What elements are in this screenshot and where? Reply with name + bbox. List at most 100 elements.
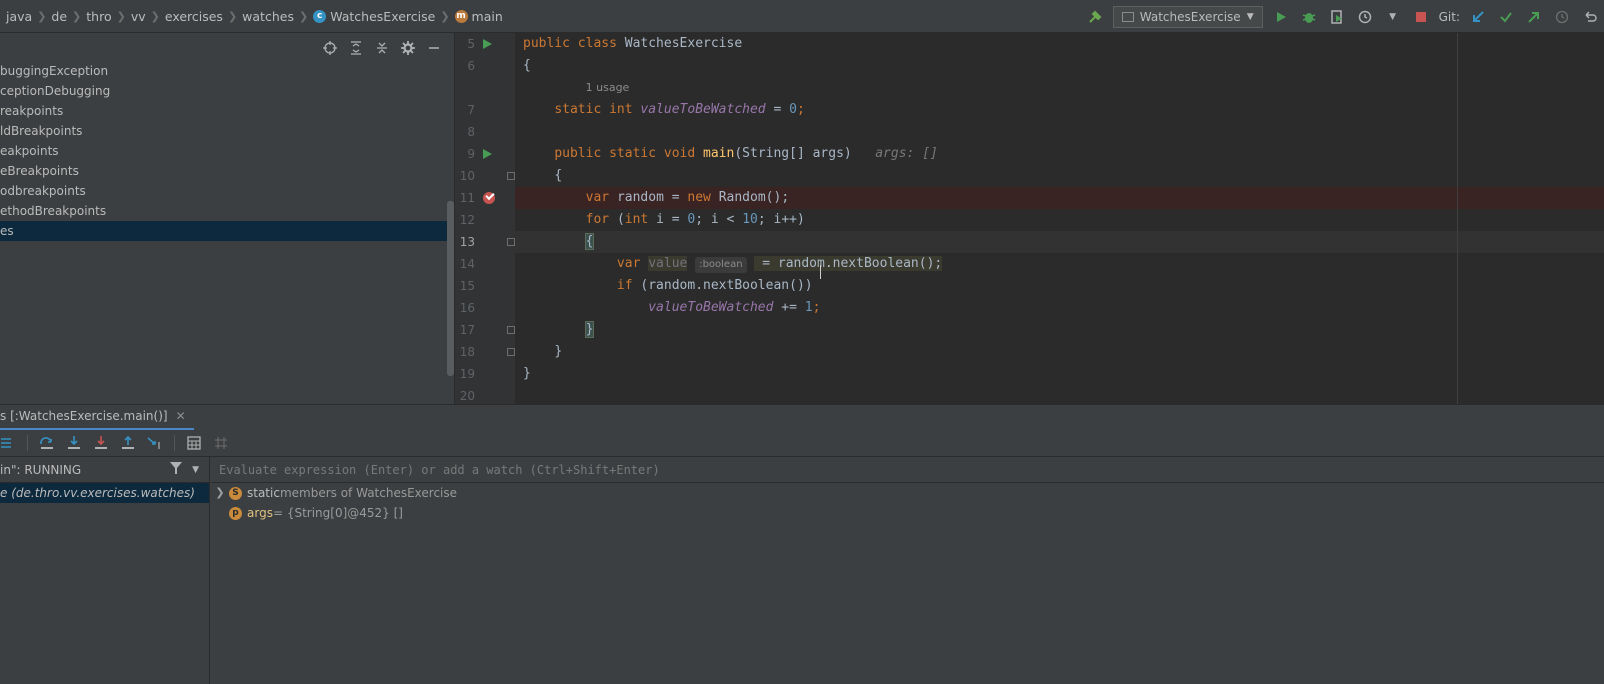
minimize-icon[interactable] — [426, 40, 442, 56]
fold-icon[interactable] — [507, 172, 515, 180]
code-line: } — [584, 321, 595, 338]
variable-row[interactable]: p args = {String[0]@452} [] — [211, 503, 1604, 523]
breakpoint-icon[interactable] — [483, 192, 495, 204]
variable-name: static — [247, 486, 280, 500]
usage-hint[interactable]: 1 usage — [586, 81, 630, 94]
tree-item[interactable]: eakpoints — [0, 141, 447, 161]
gutter-line: 8 — [455, 121, 515, 143]
code-line: var value :boolean = random.nextBoolean(… — [616, 256, 943, 273]
gutter-line: 5 — [455, 33, 515, 55]
class-icon: c — [313, 9, 327, 23]
evaluate-expression-input[interactable]: Evaluate expression (Enter) or add a wat… — [211, 457, 1604, 483]
chevron-down-icon[interactable]: ▼ — [192, 457, 199, 483]
force-step-into-icon[interactable] — [93, 435, 109, 451]
variable-row[interactable]: ❯ S static members of WatchesExercise — [211, 483, 1604, 503]
hammer-icon[interactable] — [1085, 7, 1105, 27]
rollback-icon[interactable] — [1580, 7, 1600, 27]
gutter-line: 9 — [455, 143, 515, 165]
close-icon[interactable]: ✕ — [176, 409, 186, 423]
tree-item[interactable]: ethodBreakpoints — [0, 201, 447, 221]
run-gutter-icon[interactable] — [483, 149, 492, 159]
step-out-icon[interactable] — [120, 435, 136, 451]
chevron-down-icon[interactable]: ▼ — [1383, 7, 1403, 27]
code-line: for (int i = 0; i < 10; i++) — [585, 212, 805, 227]
run-configuration-select[interactable]: WatchesExercise ▼ — [1112, 5, 1263, 28]
fold-icon[interactable] — [507, 238, 515, 246]
gutter-line: 11 — [455, 187, 515, 209]
stack-frame-selected[interactable]: e (de.thro.vv.exercises.watches) — [0, 483, 209, 503]
gutter-line: 13 — [455, 231, 515, 253]
tree-item[interactable]: reakpoints — [0, 101, 447, 121]
debug-tab-label: s [:WatchesExercise.main()] — [0, 409, 168, 423]
tree-item[interactable]: eBreakpoints — [0, 161, 447, 181]
breadcrumb-item-java[interactable]: java — [6, 9, 32, 24]
chevron-right-icon[interactable]: ❯ — [211, 483, 229, 503]
code-line: public class WatchesExercise — [523, 36, 743, 51]
main-toolbar: WatchesExercise ▼ ▼ Git: — [1085, 0, 1604, 33]
line-number: 13 — [459, 235, 475, 249]
code-line: } — [554, 344, 563, 359]
breadcrumb-separator-icon: ❯ — [227, 9, 238, 23]
tree-item[interactable]: ceptionDebugging — [0, 81, 447, 101]
tree-item-selected[interactable]: es — [0, 221, 447, 241]
gutter-line: 6 — [455, 55, 515, 77]
breadcrumb-item-exercises[interactable]: exercises — [165, 9, 223, 24]
breadcrumb-item-vv[interactable]: vv — [131, 9, 146, 24]
git-push-icon[interactable] — [1524, 7, 1544, 27]
breadcrumb-item-thro[interactable]: thro — [86, 9, 111, 24]
gear-icon[interactable] — [400, 40, 416, 56]
history-icon[interactable] — [1552, 7, 1572, 27]
expand-all-icon[interactable] — [348, 40, 364, 56]
code-line: static int valueToBeWatched = 0; — [554, 102, 805, 117]
breadcrumb-item-watches[interactable]: watches — [242, 9, 294, 24]
breadcrumb-item-de[interactable]: de — [51, 9, 67, 24]
code-area[interactable]: public class WatchesExercise { 1 usage s… — [515, 33, 1604, 404]
profile-icon[interactable] — [1355, 7, 1375, 27]
frames-panel: in": RUNNING ▼ e (de.thro.vv.exercises.w… — [0, 457, 210, 684]
code-line: valueToBeWatched += 1; — [648, 300, 821, 315]
project-scrollbar[interactable] — [447, 201, 454, 376]
thread-selector[interactable]: in": RUNNING ▼ — [0, 457, 209, 483]
tree-item[interactable]: buggingException — [0, 61, 447, 81]
code-line: public static void main(String[] args) a… — [554, 146, 938, 161]
run-gutter-icon[interactable] — [483, 39, 492, 49]
code-editor[interactable]: 5 6 7 8 9 10 11 12 13 14 15 16 17 18 19 … — [455, 33, 1604, 404]
collapse-all-icon[interactable] — [374, 40, 390, 56]
line-number: 19 — [459, 367, 475, 381]
breadcrumb-item-class[interactable]: c WatchesExercise — [313, 9, 435, 24]
toolbar-separator — [174, 435, 175, 451]
tree-item[interactable]: ldBreakpoints — [0, 121, 447, 141]
line-number: 14 — [459, 257, 475, 271]
line-number: 7 — [467, 103, 475, 117]
coverage-icon[interactable] — [1327, 7, 1347, 27]
debug-tool-window-header: s [:WatchesExercise.main()] ✕ — [0, 404, 1604, 431]
stop-icon[interactable] — [1411, 7, 1431, 27]
step-into-icon[interactable] — [66, 435, 82, 451]
gutter-line: 19 — [455, 363, 515, 385]
variable-value: = {String[0]@452} [] — [272, 506, 403, 520]
evaluate-expression-icon[interactable] — [186, 435, 202, 451]
tab-debug-session[interactable]: s [:WatchesExercise.main()] ✕ — [0, 405, 194, 431]
git-update-icon[interactable] — [1468, 7, 1488, 27]
git-commit-icon[interactable] — [1496, 7, 1516, 27]
step-over-icon[interactable] — [39, 435, 55, 451]
trace-current-stream-icon[interactable] — [213, 435, 229, 451]
line-number: 12 — [459, 213, 475, 227]
locate-icon[interactable] — [322, 40, 338, 56]
filter-icon[interactable] — [170, 457, 183, 483]
line-number: 9 — [467, 147, 475, 161]
menu-icon[interactable] — [0, 435, 16, 451]
code-line: { — [523, 58, 531, 73]
run-to-cursor-icon[interactable] — [147, 435, 163, 451]
tree-item[interactable]: odbreakpoints — [0, 181, 447, 201]
git-label: Git: — [1438, 9, 1460, 24]
fold-icon[interactable] — [507, 326, 515, 334]
run-config-label: WatchesExercise — [1139, 9, 1241, 24]
run-icon[interactable] — [1271, 7, 1291, 27]
fold-icon[interactable] — [507, 348, 515, 356]
breadcrumb-method-label: main — [471, 8, 503, 24]
breadcrumb-item-method[interactable]: m main — [454, 8, 503, 24]
debug-icon[interactable] — [1299, 7, 1319, 27]
breadcrumb-separator-icon: ❯ — [440, 9, 450, 23]
